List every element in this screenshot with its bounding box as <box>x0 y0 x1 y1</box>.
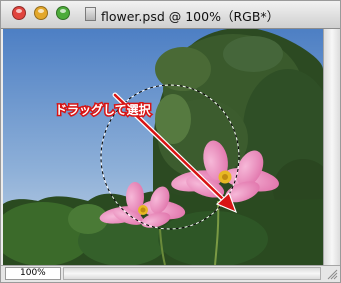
vertical-scrollbar[interactable] <box>323 29 340 265</box>
close-button[interactable] <box>12 6 26 20</box>
title-bar[interactable]: flower.psd @ 100%（RGB*） <box>1 1 340 29</box>
minimize-button[interactable] <box>34 6 48 20</box>
window-title: flower.psd @ 100%（RGB*） <box>101 9 280 24</box>
zoom-level-field[interactable]: 100% <box>5 267 61 280</box>
status-bar: 100% <box>1 265 340 282</box>
zoom-button[interactable] <box>56 6 70 20</box>
image-canvas[interactable]: ドラッグして選択 <box>3 29 323 265</box>
resize-grip-icon[interactable] <box>326 268 338 280</box>
drag-to-select-label: ドラッグして選択 <box>54 102 153 119</box>
horizontal-scrollbar[interactable] <box>63 267 321 280</box>
document-icon <box>85 7 96 21</box>
document-window: flower.psd @ 100%（RGB*） ドラッグして選択 100% <box>0 0 341 283</box>
photo-image <box>3 29 323 265</box>
